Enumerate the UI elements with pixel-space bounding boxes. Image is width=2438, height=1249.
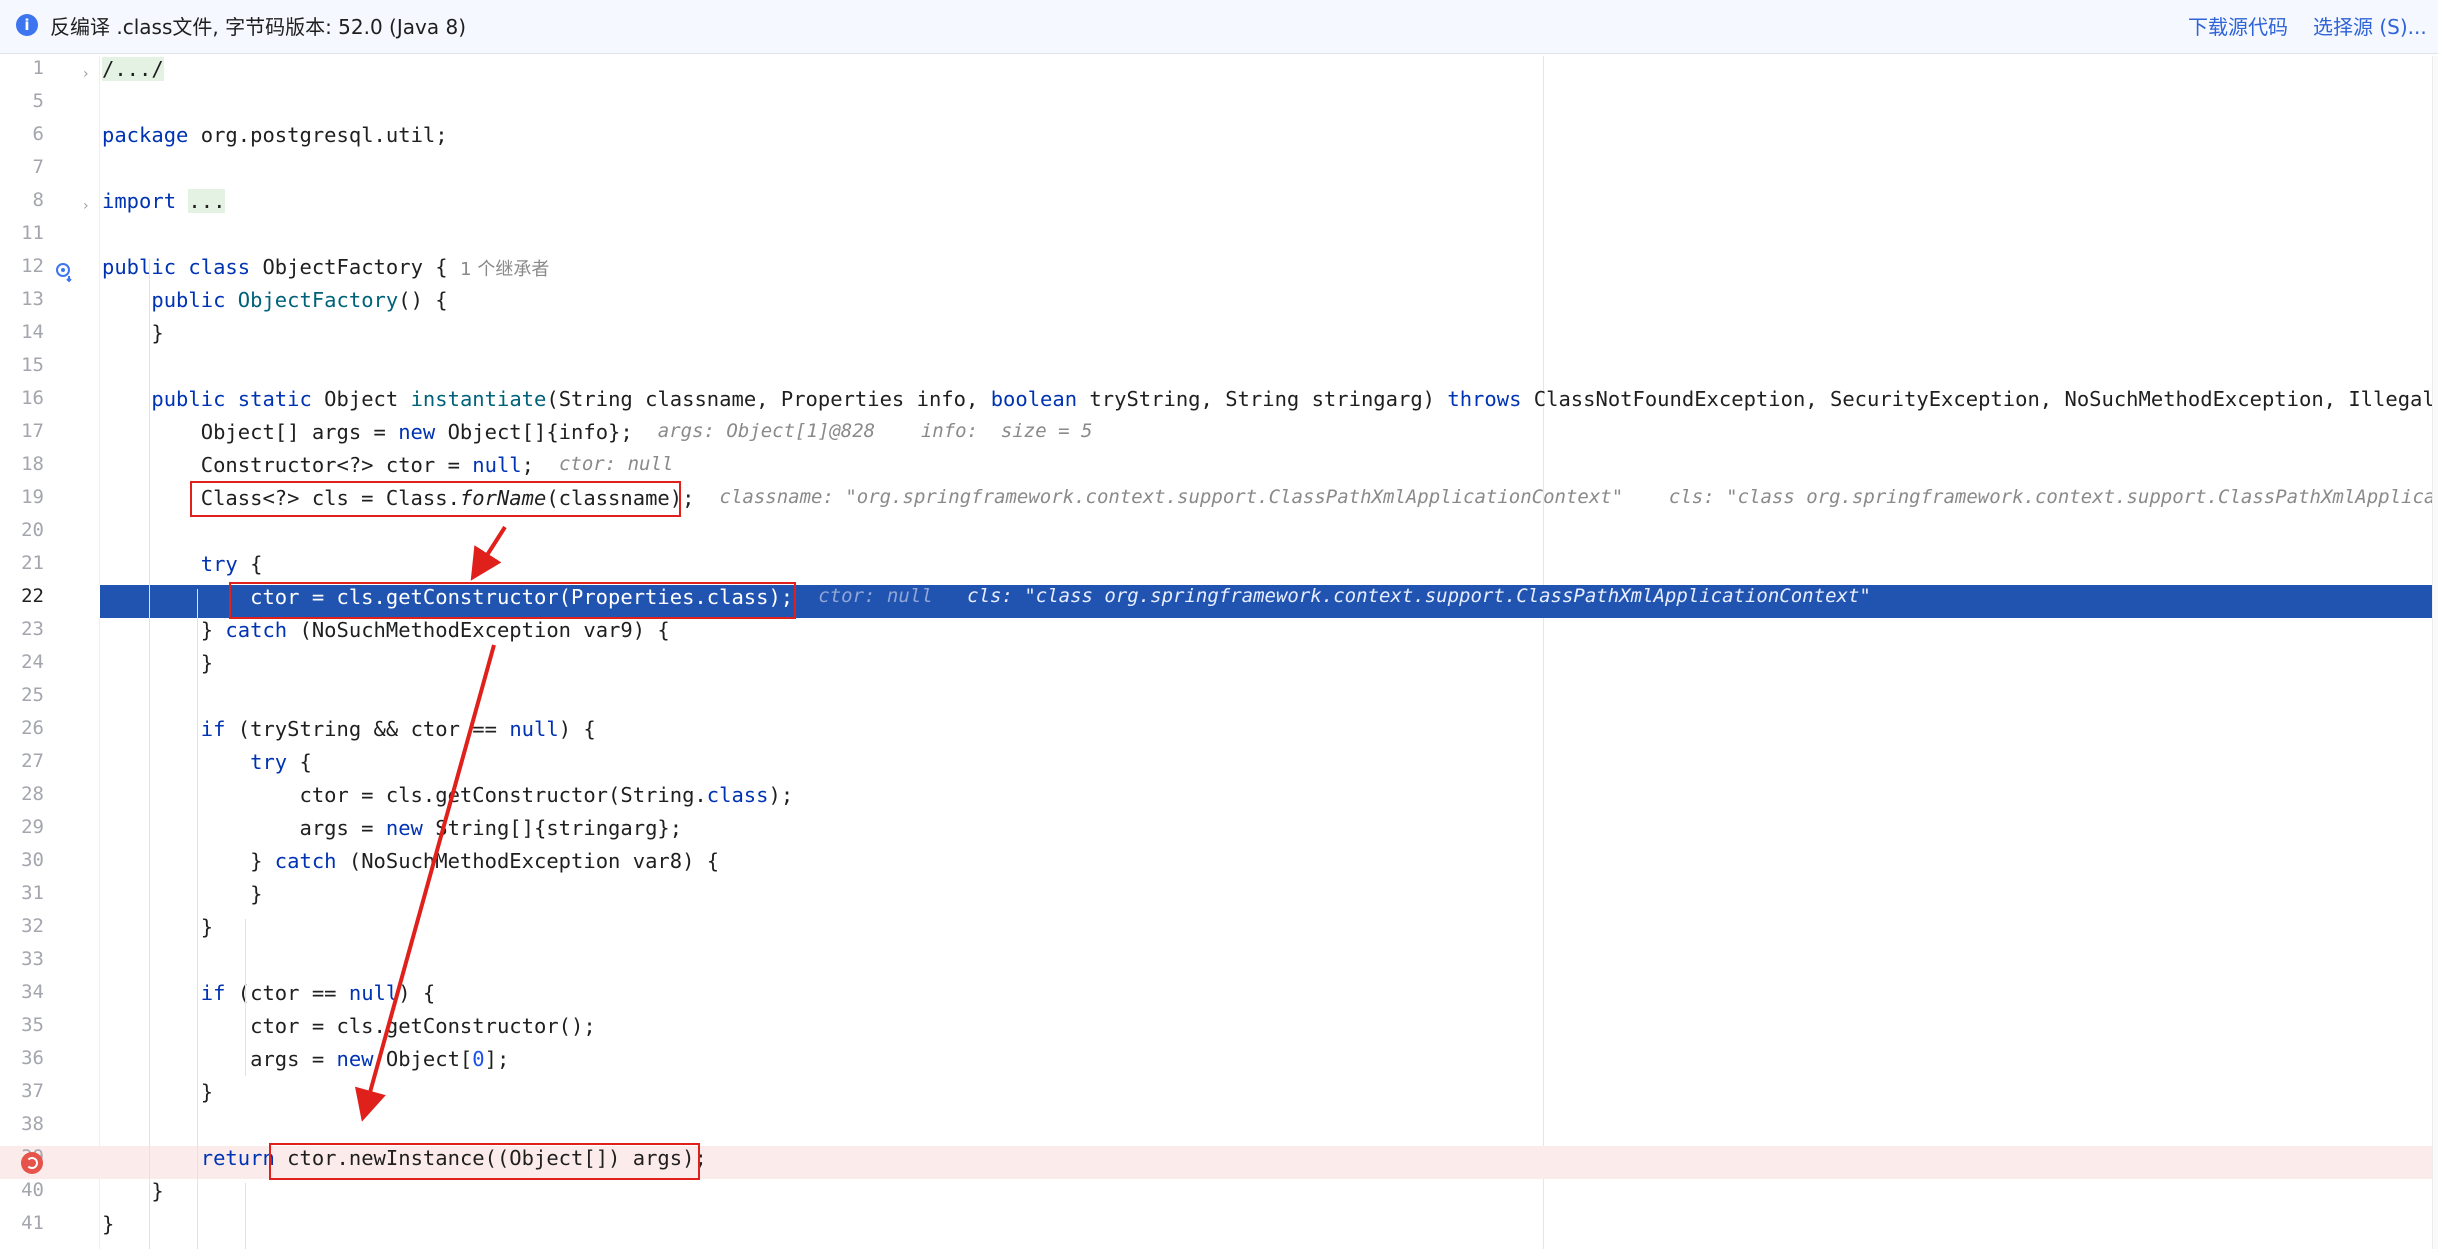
arrow-getconstructor-to-newinstance bbox=[354, 644, 496, 1122]
decompiled-class-viewer: i 反编译 .class文件, 字节码版本: 52.0 (Java 8) 下载源… bbox=[0, 0, 2438, 1249]
annotation-arrows bbox=[354, 525, 507, 1122]
arrow-forname-to-getconstructor bbox=[470, 525, 507, 581]
